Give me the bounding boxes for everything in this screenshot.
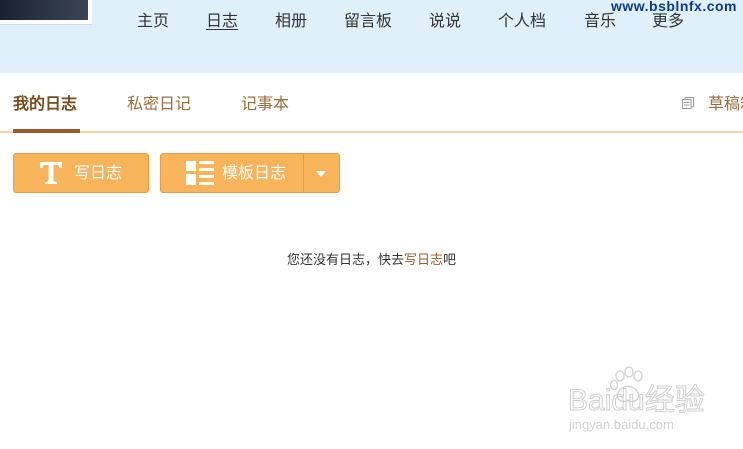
empty-state-suffix: 吧: [443, 253, 457, 268]
watermark-url: www.bsblnfx.com: [611, 0, 737, 14]
tab-my-blog[interactable]: 我的日志: [13, 92, 77, 116]
baidu-jingyan-watermark: Baidu经验 jingyan.baidu.com: [568, 366, 705, 432]
nav-item-profile[interactable]: 个人档: [498, 9, 546, 33]
split-divider: [303, 154, 304, 192]
tabs-divider: [0, 131, 743, 133]
template-list-icon: [186, 161, 214, 185]
nav-item-album[interactable]: 相册: [275, 9, 307, 33]
empty-state-message: 您还没有日志，快去写日志吧: [0, 251, 743, 271]
empty-state-prefix: 您还没有日志，快去: [286, 253, 404, 268]
write-blog-label: 写日志: [74, 163, 123, 182]
nav-item-guestbook[interactable]: 留言板: [344, 9, 392, 33]
template-blog-button[interactable]: 模板日志: [160, 153, 340, 193]
drafts-label: 草稿箱: [708, 94, 743, 113]
watermark-brand: Baidu经验: [568, 384, 705, 417]
tab-private-diary[interactable]: 私密日记: [127, 92, 191, 116]
blog-tabs: 我的日志 私密日记 记事本: [0, 92, 743, 132]
nav-item-blog[interactable]: 日志: [206, 9, 238, 33]
active-tab-indicator: [13, 129, 80, 133]
tab-notebook[interactable]: 记事本: [241, 92, 289, 116]
text-t-icon: [40, 162, 62, 184]
chevron-down-icon[interactable]: [316, 171, 326, 177]
write-blog-button[interactable]: 写日志: [13, 153, 149, 193]
nav-item-shuoshuo[interactable]: 说说: [429, 9, 461, 33]
watermark-site: jingyan.baidu.com: [568, 417, 674, 432]
nav-item-home[interactable]: 主页: [137, 9, 169, 33]
drafts-icon: [682, 97, 694, 109]
empty-state-write-link[interactable]: 写日志: [404, 253, 443, 268]
template-blog-label: 模板日志: [222, 163, 287, 182]
